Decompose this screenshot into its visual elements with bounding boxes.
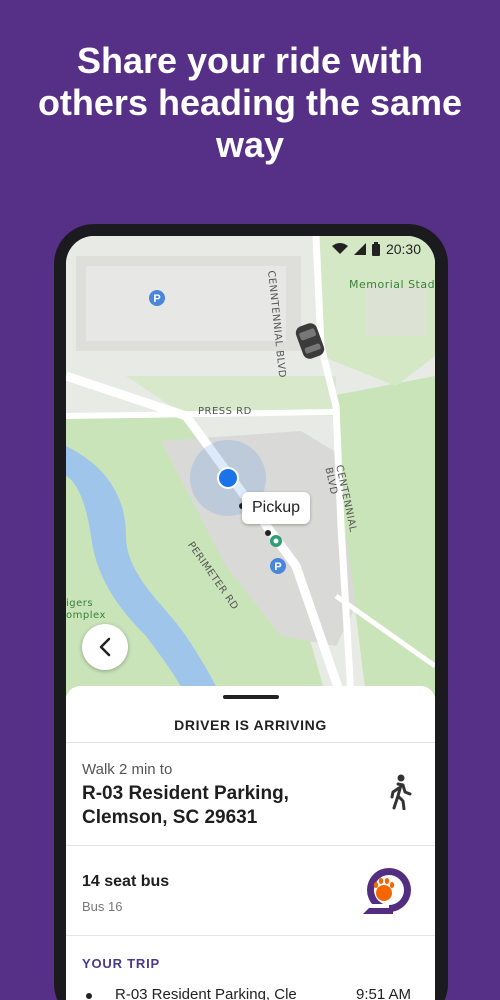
chevron-left-icon (99, 637, 111, 657)
signal-icon (353, 243, 366, 255)
map[interactable] (66, 236, 435, 696)
status-bar: 20:30 (66, 236, 435, 262)
wifi-icon (331, 243, 348, 254)
pickup-label: Pickup (242, 492, 310, 524)
stop-dot-icon (86, 993, 92, 999)
battery-icon (371, 242, 380, 256)
divider (66, 742, 435, 743)
trip-bottom-sheet: DRIVER IS ARRIVING Walk 2 min to R-03 Re… (66, 686, 435, 1000)
walking-person-icon (390, 774, 412, 810)
place-label-memorial-stadium: Memorial Stadiu (349, 278, 435, 291)
divider (66, 935, 435, 936)
parking-icon[interactable]: P (148, 289, 166, 307)
phone-screen: CENNTENNIAL BLVD PRESS RD PERIMETER RD C… (66, 236, 435, 1000)
vehicle-name: 14 seat bus (82, 873, 170, 890)
walk-duration-label: Walk 2 min to (82, 761, 173, 778)
trip-stop-name: R-03 Resident Parking, Cle (115, 986, 297, 1000)
place-label-complex: omplex (66, 610, 106, 621)
vehicle-route: Bus 16 (82, 899, 123, 914)
pickup-destination: R-03 Resident Parking, Clemson, SC 29631 (82, 783, 289, 828)
status-time: 20:30 (385, 241, 421, 257)
sheet-drag-handle[interactable] (223, 695, 279, 699)
parking-icon[interactable]: P (269, 557, 287, 575)
divider (66, 845, 435, 846)
place-label-tigers: igers (66, 598, 94, 609)
road-label-press-rd: PRESS RD (198, 406, 252, 417)
headline: Share your ride with others heading the … (37, 40, 463, 165)
trip-stop-time: 9:51 AM (356, 986, 412, 1000)
pickup-marker-icon[interactable] (269, 534, 283, 548)
svg-text:P: P (274, 561, 281, 573)
clemson-tiger-paw-logo (363, 868, 411, 914)
svg-text:P: P (153, 293, 160, 305)
trip-section-heading: YOUR TRIP (82, 956, 160, 971)
user-location-icon (217, 467, 239, 489)
back-button[interactable] (82, 624, 128, 670)
driver-status: DRIVER IS ARRIVING (174, 717, 327, 733)
